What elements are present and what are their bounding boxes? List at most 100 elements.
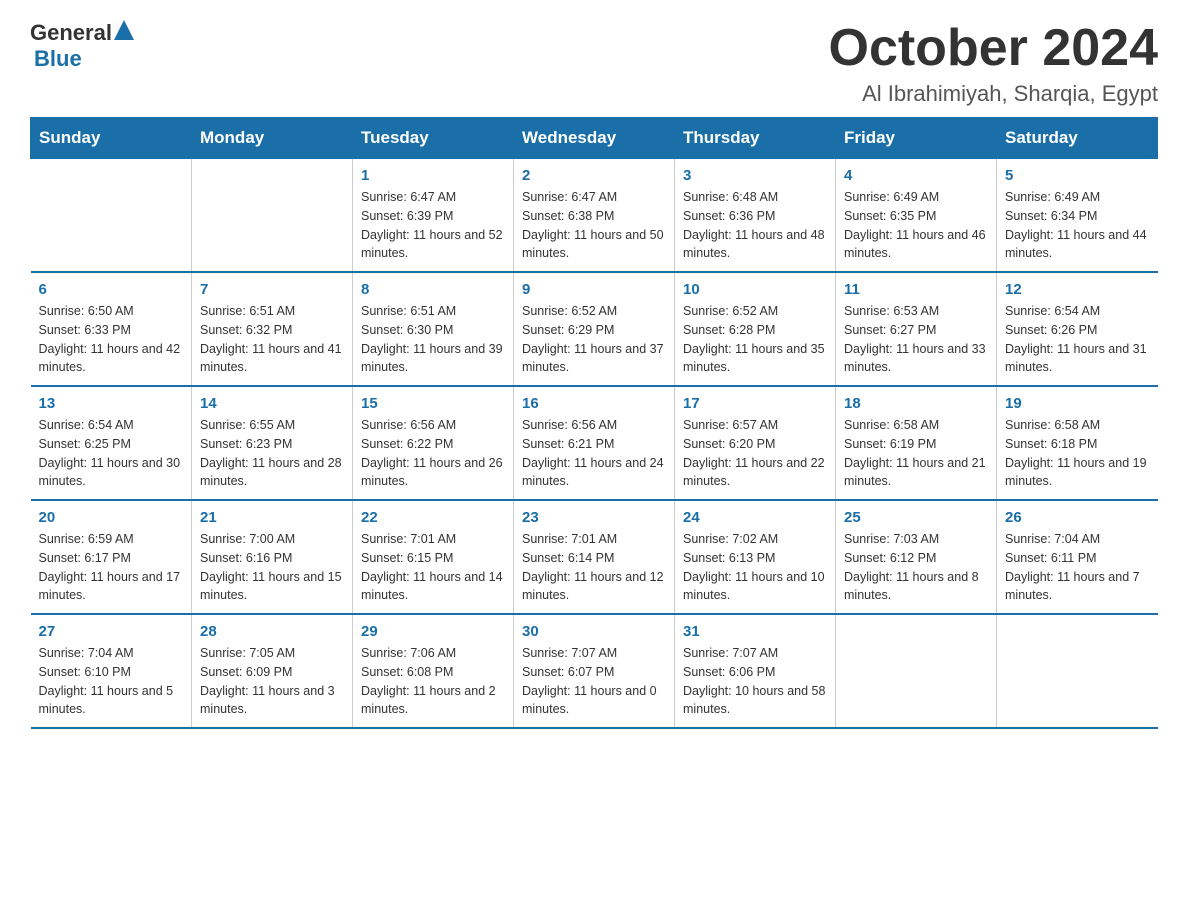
day-info: Sunrise: 7:06 AMSunset: 6:08 PMDaylight:…: [361, 644, 505, 719]
day-number: 15: [361, 395, 505, 412]
day-number: 10: [683, 281, 827, 298]
day-info: Sunrise: 6:52 AMSunset: 6:28 PMDaylight:…: [683, 302, 827, 377]
day-cell: 29 Sunrise: 7:06 AMSunset: 6:08 PMDayligh…: [353, 614, 514, 728]
logo: General Blue: [30, 20, 134, 72]
week-row-5: 27Sunrise: 7:04 AMSunset: 6:10 PMDayligh…: [31, 614, 1158, 728]
day-cell: 17 Sunrise: 6:57 AMSunset: 6:20 PMDayligh…: [675, 386, 836, 500]
logo-blue-text: Blue: [34, 46, 82, 71]
page-title: October 2024: [829, 20, 1159, 77]
day-number: 1: [361, 167, 505, 184]
week-row-1: 1 Sunrise: 6:47 AMSunset: 6:39 PMDaylight…: [31, 159, 1158, 273]
day-number: 30: [522, 623, 666, 640]
day-cell: 7Sunrise: 6:51 AMSunset: 6:32 PMDaylight…: [192, 272, 353, 386]
day-info: Sunrise: 6:48 AMSunset: 6:36 PMDaylight:…: [683, 188, 827, 263]
day-cell: 30Sunrise: 7:07 AMSunset: 6:07 PMDayligh…: [514, 614, 675, 728]
day-number: 17: [683, 395, 827, 412]
day-info: Sunrise: 7:00 AMSunset: 6:16 PMDaylight:…: [200, 530, 344, 605]
day-number: 21: [200, 509, 344, 526]
calendar-header-row: SundayMondayTuesdayWednesdayThursdayFrid…: [31, 118, 1158, 159]
day-cell: 9 Sunrise: 6:52 AMSunset: 6:29 PMDaylight…: [514, 272, 675, 386]
day-info: Sunrise: 7:05 AMSunset: 6:09 PMDaylight:…: [200, 644, 344, 719]
day-info: Sunrise: 6:56 AMSunset: 6:22 PMDaylight:…: [361, 416, 505, 491]
day-number: 12: [1005, 281, 1150, 298]
day-cell: [997, 614, 1158, 728]
day-cell: 12 Sunrise: 6:54 AMSunset: 6:26 PMDayligh…: [997, 272, 1158, 386]
day-cell: 28 Sunrise: 7:05 AMSunset: 6:09 PMDayligh…: [192, 614, 353, 728]
logo-icon: [114, 20, 134, 45]
day-info: Sunrise: 7:02 AMSunset: 6:13 PMDaylight:…: [683, 530, 827, 605]
day-info: Sunrise: 7:01 AMSunset: 6:14 PMDaylight:…: [522, 530, 666, 605]
day-cell: 20 Sunrise: 6:59 AMSunset: 6:17 PMDayligh…: [31, 500, 192, 614]
day-cell: 8 Sunrise: 6:51 AMSunset: 6:30 PMDaylight…: [353, 272, 514, 386]
day-info: Sunrise: 6:52 AMSunset: 6:29 PMDaylight:…: [522, 302, 666, 377]
day-info: Sunrise: 7:01 AMSunset: 6:15 PMDaylight:…: [361, 530, 505, 605]
day-number: 8: [361, 281, 505, 298]
day-number: 24: [683, 509, 827, 526]
week-row-3: 13 Sunrise: 6:54 AMSunset: 6:25 PMDayligh…: [31, 386, 1158, 500]
day-cell: 25Sunrise: 7:03 AMSunset: 6:12 PMDayligh…: [836, 500, 997, 614]
day-number: 26: [1005, 509, 1150, 526]
day-cell: 21 Sunrise: 7:00 AMSunset: 6:16 PMDayligh…: [192, 500, 353, 614]
day-cell: 18 Sunrise: 6:58 AMSunset: 6:19 PMDayligh…: [836, 386, 997, 500]
day-number: 16: [522, 395, 666, 412]
day-number: 20: [39, 509, 184, 526]
day-cell: 10 Sunrise: 6:52 AMSunset: 6:28 PMDayligh…: [675, 272, 836, 386]
day-cell: 27Sunrise: 7:04 AMSunset: 6:10 PMDayligh…: [31, 614, 192, 728]
week-row-4: 20 Sunrise: 6:59 AMSunset: 6:17 PMDayligh…: [31, 500, 1158, 614]
day-number: 19: [1005, 395, 1150, 412]
day-cell: 2Sunrise: 6:47 AMSunset: 6:38 PMDaylight…: [514, 159, 675, 273]
header-sunday: Sunday: [31, 118, 192, 159]
day-cell: 16 Sunrise: 6:56 AMSunset: 6:21 PMDayligh…: [514, 386, 675, 500]
day-info: Sunrise: 6:56 AMSunset: 6:21 PMDaylight:…: [522, 416, 666, 491]
day-info: Sunrise: 6:47 AMSunset: 6:39 PMDaylight:…: [361, 188, 505, 263]
day-cell: 31Sunrise: 7:07 AMSunset: 6:06 PMDayligh…: [675, 614, 836, 728]
day-info: Sunrise: 6:54 AMSunset: 6:25 PMDaylight:…: [39, 416, 184, 491]
title-area: October 2024 Al Ibrahimiyah, Sharqia, Eg…: [829, 20, 1159, 107]
day-cell: [31, 159, 192, 273]
logo-general-text: General: [30, 20, 112, 46]
day-info: Sunrise: 6:49 AMSunset: 6:35 PMDaylight:…: [844, 188, 988, 263]
day-cell: 23Sunrise: 7:01 AMSunset: 6:14 PMDayligh…: [514, 500, 675, 614]
day-number: 2: [522, 167, 666, 184]
day-info: Sunrise: 6:53 AMSunset: 6:27 PMDaylight:…: [844, 302, 988, 377]
page-header: General Blue October 2024 Al Ibrahimiyah…: [30, 20, 1158, 107]
day-info: Sunrise: 6:55 AMSunset: 6:23 PMDaylight:…: [200, 416, 344, 491]
day-cell: 22 Sunrise: 7:01 AMSunset: 6:15 PMDayligh…: [353, 500, 514, 614]
day-number: 5: [1005, 167, 1150, 184]
week-row-2: 6Sunrise: 6:50 AMSunset: 6:33 PMDaylight…: [31, 272, 1158, 386]
day-cell: 24 Sunrise: 7:02 AMSunset: 6:13 PMDayligh…: [675, 500, 836, 614]
day-cell: 11Sunrise: 6:53 AMSunset: 6:27 PMDayligh…: [836, 272, 997, 386]
day-info: Sunrise: 7:04 AMSunset: 6:11 PMDaylight:…: [1005, 530, 1150, 605]
header-friday: Friday: [836, 118, 997, 159]
day-number: 13: [39, 395, 184, 412]
header-monday: Monday: [192, 118, 353, 159]
day-number: 6: [39, 281, 184, 298]
day-number: 7: [200, 281, 344, 298]
day-number: 25: [844, 509, 988, 526]
day-cell: 15 Sunrise: 6:56 AMSunset: 6:22 PMDayligh…: [353, 386, 514, 500]
day-info: Sunrise: 6:51 AMSunset: 6:30 PMDaylight:…: [361, 302, 505, 377]
day-number: 9: [522, 281, 666, 298]
day-number: 3: [683, 167, 827, 184]
header-wednesday: Wednesday: [514, 118, 675, 159]
day-info: Sunrise: 6:54 AMSunset: 6:26 PMDaylight:…: [1005, 302, 1150, 377]
day-number: 4: [844, 167, 988, 184]
page-subtitle: Al Ibrahimiyah, Sharqia, Egypt: [829, 81, 1159, 107]
day-info: Sunrise: 6:58 AMSunset: 6:19 PMDaylight:…: [844, 416, 988, 491]
day-number: 22: [361, 509, 505, 526]
day-cell: [192, 159, 353, 273]
day-number: 18: [844, 395, 988, 412]
day-info: Sunrise: 6:57 AMSunset: 6:20 PMDaylight:…: [683, 416, 827, 491]
day-number: 28: [200, 623, 344, 640]
calendar-table: SundayMondayTuesdayWednesdayThursdayFrid…: [30, 117, 1158, 729]
day-cell: 14Sunrise: 6:55 AMSunset: 6:23 PMDayligh…: [192, 386, 353, 500]
day-cell: [836, 614, 997, 728]
header-saturday: Saturday: [997, 118, 1158, 159]
day-info: Sunrise: 6:59 AMSunset: 6:17 PMDaylight:…: [39, 530, 184, 605]
header-thursday: Thursday: [675, 118, 836, 159]
day-cell: 4 Sunrise: 6:49 AMSunset: 6:35 PMDaylight…: [836, 159, 997, 273]
day-cell: 5Sunrise: 6:49 AMSunset: 6:34 PMDaylight…: [997, 159, 1158, 273]
day-number: 29: [361, 623, 505, 640]
day-cell: 19Sunrise: 6:58 AMSunset: 6:18 PMDayligh…: [997, 386, 1158, 500]
day-cell: 3 Sunrise: 6:48 AMSunset: 6:36 PMDaylight…: [675, 159, 836, 273]
